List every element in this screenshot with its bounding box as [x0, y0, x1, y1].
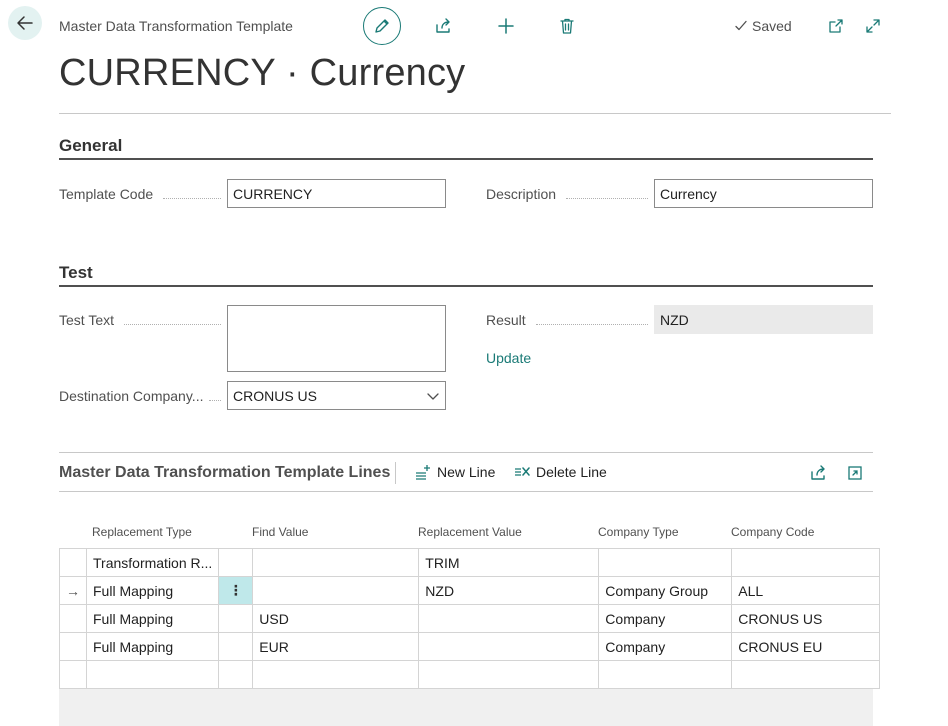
- share-button[interactable]: [425, 8, 461, 44]
- breadcrumb: Master Data Transformation Template: [59, 18, 293, 34]
- edit-button[interactable]: [363, 7, 401, 45]
- more-options-icon[interactable]: ⋮: [229, 582, 243, 598]
- update-link[interactable]: Update: [486, 350, 531, 366]
- page-title: CURRENCY · Currency: [59, 52, 466, 94]
- test-text-input[interactable]: [227, 305, 446, 372]
- selected-row-arrow-icon: →: [66, 582, 80, 599]
- replacement-value-cell[interactable]: [418, 604, 600, 633]
- company-type-cell[interactable]: [598, 660, 733, 689]
- replacement-value-cell[interactable]: [418, 632, 600, 661]
- find-value-cell[interactable]: [252, 548, 420, 577]
- replacement-type-cell[interactable]: Full Mapping: [85, 604, 220, 633]
- company-code-cell[interactable]: CRONUS EU: [731, 632, 881, 661]
- new-line-icon: [416, 465, 430, 480]
- description-input[interactable]: Currency: [654, 179, 873, 208]
- test-section-divider: [59, 285, 873, 287]
- row-menu-cell[interactable]: [218, 548, 254, 577]
- find-value-cell[interactable]: [252, 660, 420, 689]
- replacement-type-cell[interactable]: Full Mapping: [85, 632, 220, 661]
- saved-status: Saved: [734, 18, 792, 34]
- row-selector[interactable]: →: [59, 576, 87, 605]
- row-selector[interactable]: [59, 604, 87, 633]
- lines-part-title[interactable]: Master Data Transformation Template Line…: [59, 464, 390, 482]
- table-row[interactable]: → Full Mapping ⋮ NZD Company Group ALL: [59, 576, 881, 605]
- trash-icon: [560, 18, 574, 34]
- title-divider: [59, 113, 891, 114]
- lines-toolbar-separator: [395, 462, 396, 484]
- test-text-label: Test Text: [59, 311, 227, 329]
- plus-icon: [498, 18, 514, 34]
- general-section-divider: [59, 158, 873, 160]
- company-type-cell[interactable]: Company: [598, 604, 733, 633]
- delete-line-button[interactable]: Delete Line: [514, 464, 607, 480]
- row-menu-cell[interactable]: ⋮: [218, 576, 254, 605]
- column-header-find-value[interactable]: Find Value: [252, 525, 308, 539]
- description-label: Description: [486, 185, 654, 203]
- share-icon: [436, 18, 450, 33]
- row-selector[interactable]: [59, 632, 87, 661]
- new-line-button[interactable]: New Line: [415, 464, 495, 480]
- row-menu-cell[interactable]: [218, 632, 254, 661]
- find-value-cell[interactable]: USD: [252, 604, 420, 633]
- lines-bottom-divider: [59, 491, 873, 492]
- column-header-company-code[interactable]: Company Code: [731, 525, 814, 539]
- lines-expand-button[interactable]: [837, 455, 873, 491]
- lines-grid: Transformation R... TRIM → Full Mapping …: [59, 548, 881, 689]
- replacement-value-cell[interactable]: [418, 660, 600, 689]
- back-arrow-icon: [17, 16, 33, 30]
- back-button[interactable]: [8, 6, 42, 40]
- result-label: Result: [486, 311, 654, 329]
- replacement-type-cell[interactable]: Transformation R...: [85, 548, 220, 577]
- template-code-label: Template Code: [59, 185, 227, 203]
- lines-top-divider: [59, 452, 873, 453]
- expand-icon: [848, 466, 862, 480]
- delete-line-icon: [515, 467, 530, 476]
- column-header-replacement-type[interactable]: Replacement Type: [92, 525, 192, 539]
- general-section-heading[interactable]: General: [59, 136, 122, 156]
- checkmark-icon: [735, 20, 747, 31]
- delete-line-label: Delete Line: [536, 464, 607, 480]
- replacement-value-cell[interactable]: TRIM: [418, 548, 600, 577]
- row-selector[interactable]: [59, 548, 87, 577]
- open-new-window-button[interactable]: [818, 8, 854, 44]
- column-header-replacement-value[interactable]: Replacement Value: [418, 525, 522, 539]
- result-value: NZD: [654, 305, 873, 334]
- destination-company-select[interactable]: CRONUS US: [227, 381, 446, 410]
- replacement-value-cell[interactable]: NZD: [418, 576, 600, 605]
- company-type-cell[interactable]: [598, 548, 733, 577]
- new-button[interactable]: [488, 8, 524, 44]
- new-line-label: New Line: [437, 464, 496, 480]
- table-row[interactable]: [59, 660, 881, 689]
- saved-label: Saved: [752, 18, 792, 34]
- company-type-cell[interactable]: Company: [598, 632, 733, 661]
- expand-icon: [866, 19, 880, 33]
- template-code-input[interactable]: CURRENCY: [227, 179, 446, 208]
- open-in-new-window-icon: [829, 19, 843, 33]
- company-code-cell[interactable]: ALL: [731, 576, 881, 605]
- chevron-down-icon: [427, 392, 439, 400]
- find-value-cell[interactable]: [252, 576, 420, 605]
- column-header-company-type[interactable]: Company Type: [598, 525, 679, 539]
- destination-company-value: CRONUS US: [233, 387, 318, 404]
- company-code-cell[interactable]: [731, 660, 881, 689]
- row-selector[interactable]: [59, 660, 87, 689]
- table-row[interactable]: Full Mapping USD Company CRONUS US: [59, 604, 881, 633]
- pencil-icon: [375, 19, 389, 33]
- row-menu-cell[interactable]: [218, 660, 254, 689]
- company-type-cell[interactable]: Company Group: [598, 576, 733, 605]
- replacement-type-cell[interactable]: [85, 660, 220, 689]
- table-row[interactable]: Full Mapping EUR Company CRONUS EU: [59, 632, 881, 661]
- company-code-cell[interactable]: [731, 548, 881, 577]
- row-menu-cell[interactable]: [218, 604, 254, 633]
- find-value-cell[interactable]: EUR: [252, 632, 420, 661]
- replacement-type-cell[interactable]: Full Mapping: [85, 576, 220, 605]
- test-section-heading[interactable]: Test: [59, 263, 93, 283]
- table-row[interactable]: Transformation R... TRIM: [59, 548, 881, 577]
- expand-button[interactable]: [855, 8, 891, 44]
- company-code-cell[interactable]: CRONUS US: [731, 604, 881, 633]
- share-icon: [811, 465, 825, 480]
- destination-company-label: Destination Company...: [59, 387, 227, 405]
- lines-share-button[interactable]: [800, 455, 836, 491]
- delete-button[interactable]: [549, 8, 585, 44]
